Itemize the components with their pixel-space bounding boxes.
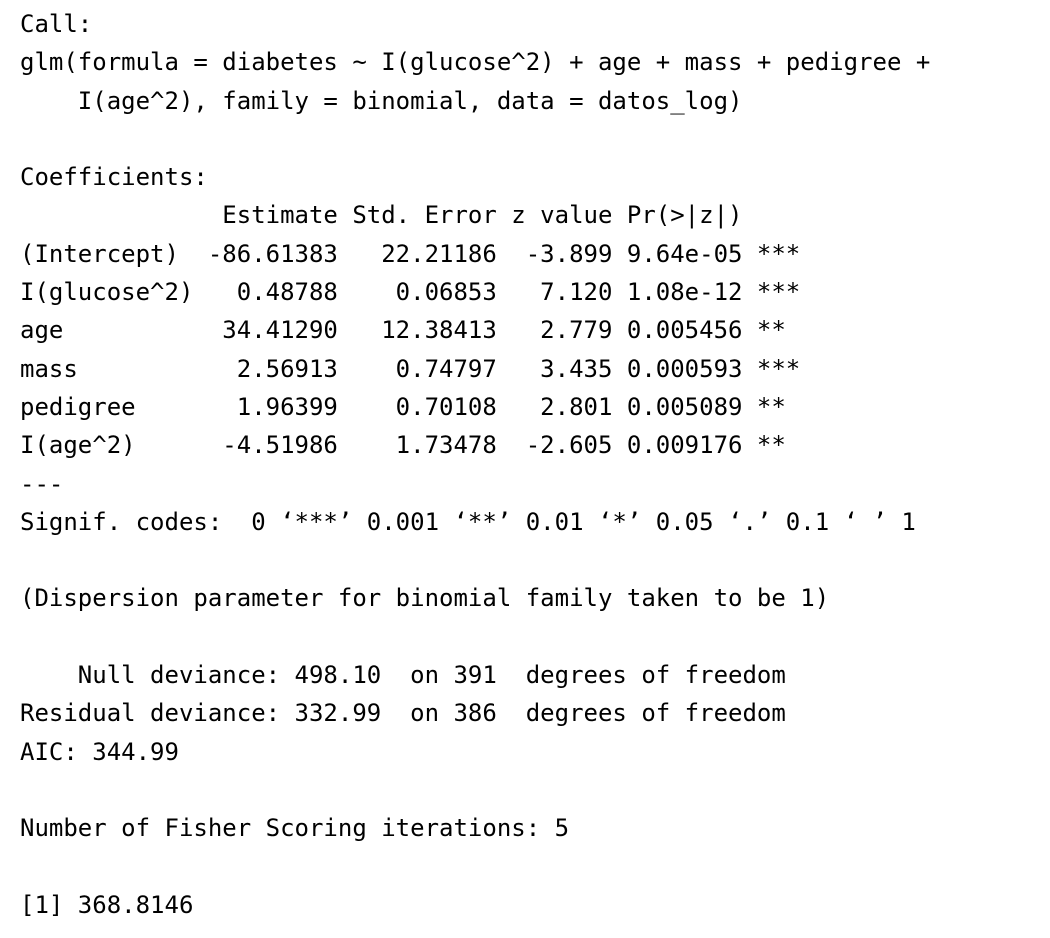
fisher-scoring-iterations: Number of Fisher Scoring iterations: 5: [20, 814, 570, 843]
coefficient-row-intercept: (Intercept) -86.61383 22.21186 -3.899 9.…: [20, 239, 801, 268]
significance-codes: Signif. codes: 0 ‘***’ 0.001 ‘**’ 0.01 ‘…: [20, 507, 916, 536]
call-header: Call:: [20, 10, 93, 38]
coefficients-table: Estimate Std. Error z value Pr(>|z|) (In…: [20, 196, 1040, 464]
final-result: [1] 368.8146: [20, 890, 194, 919]
coefficient-row-age-squared: I(age^2) -4.51986 1.73478 -2.605 0.00917…: [20, 431, 801, 460]
call-formula-line-2: I(age^2), family = binomial, data = dato…: [20, 86, 743, 115]
aic-value: AIC: 344.99: [20, 737, 179, 766]
r-console-output: Call: glm(formula = diabetes ~ I(glucose…: [20, 5, 1040, 930]
separator: ---: [20, 469, 64, 498]
coefficients-header: Coefficients:: [20, 163, 208, 192]
null-deviance: Null deviance: 498.10 on 391 degrees of …: [20, 661, 786, 690]
dispersion-note: (Dispersion parameter for binomial famil…: [20, 584, 830, 613]
coefficient-row-glucose-squared: I(glucose^2) 0.48788 0.06853 7.120 1.08e…: [20, 278, 801, 307]
residual-deviance: Residual deviance: 332.99 on 386 degrees…: [20, 699, 786, 728]
coefficient-row-mass: mass 2.56913 0.74797 3.435 0.000593 ***: [20, 354, 801, 383]
coefficient-row-pedigree: pedigree 1.96399 0.70108 2.801 0.005089 …: [20, 392, 801, 421]
coefficients-column-headers: Estimate Std. Error z value Pr(>|z|): [20, 201, 801, 230]
call-formula-line-1: glm(formula = diabetes ~ I(glucose^2) + …: [20, 48, 945, 77]
coefficient-row-age: age 34.41290 12.38413 2.779 0.005456 **: [20, 316, 801, 345]
